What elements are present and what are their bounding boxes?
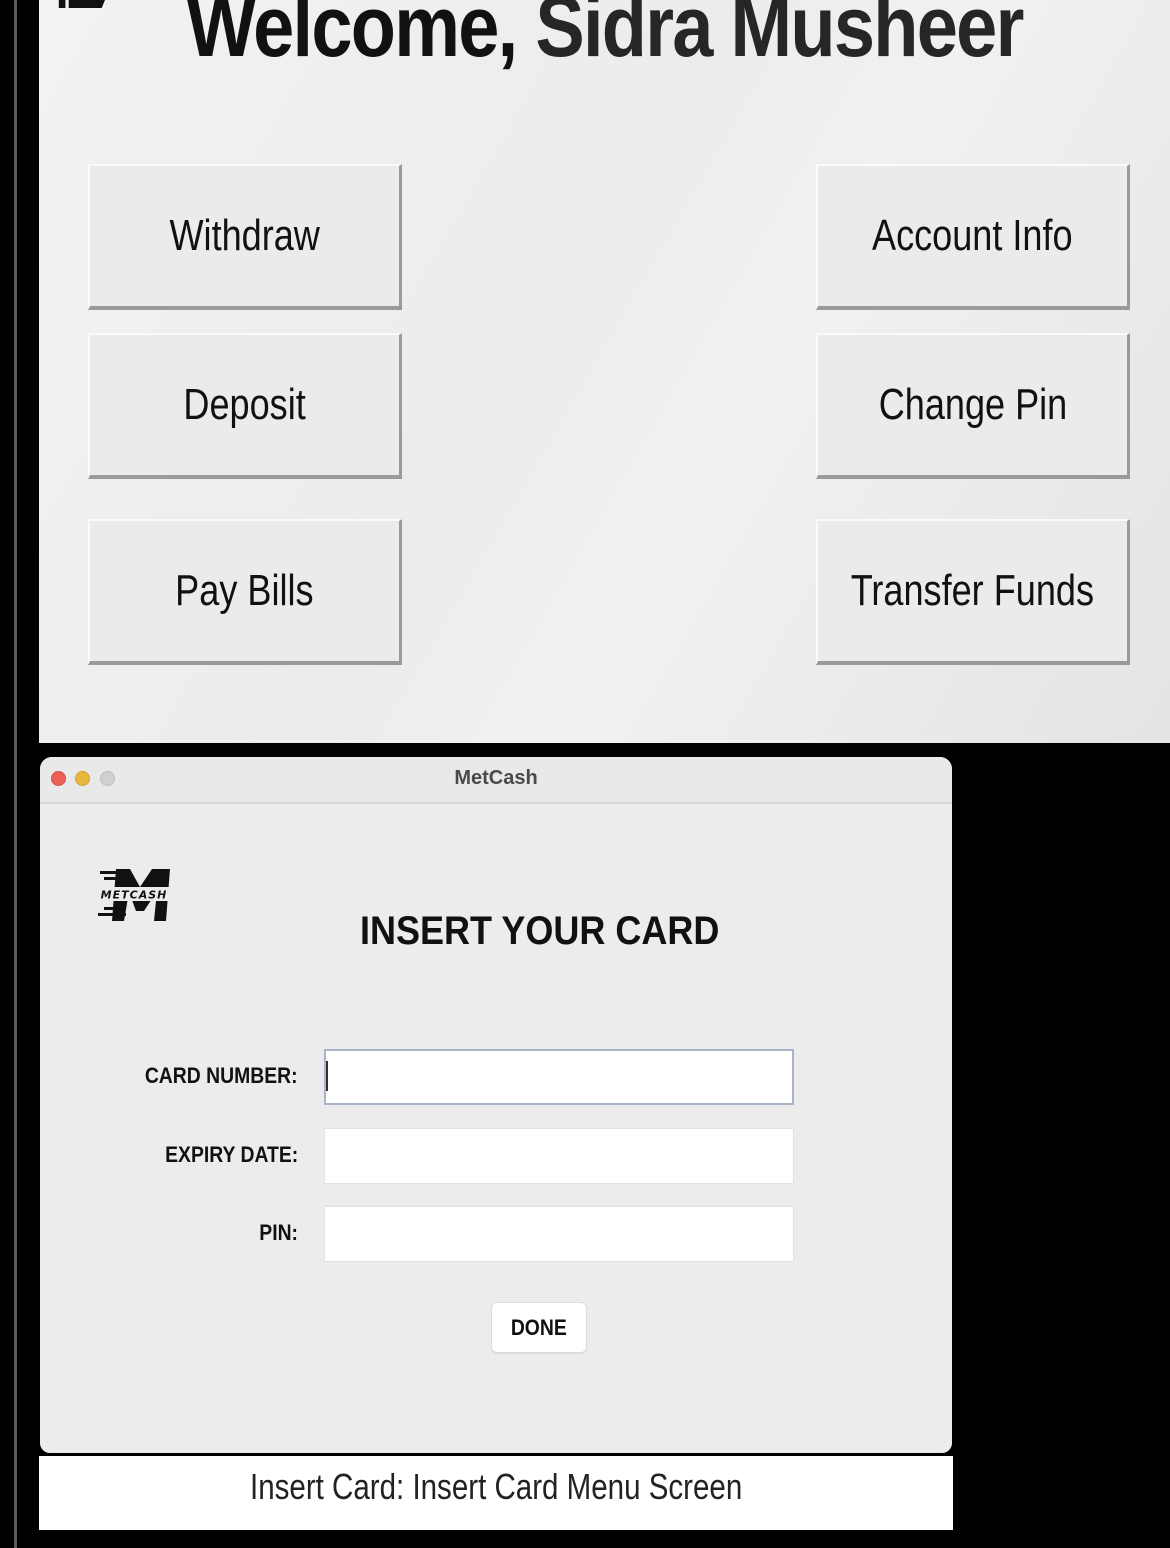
metcash-logo-icon: METCASH [96, 869, 172, 921]
card-number-label-text: CARD NUMBER: [145, 1063, 298, 1088]
change-pin-button[interactable]: Change Pin [816, 333, 1130, 479]
text-caret [326, 1061, 328, 1091]
window-titlebar[interactable]: MetCash [40, 757, 952, 804]
deposit-button[interactable]: Deposit [88, 333, 402, 479]
deposit-button-label: Deposit [183, 380, 306, 429]
screen-caption: Insert Card: Insert Card Menu Screen [39, 1456, 953, 1530]
withdraw-button[interactable]: Withdraw [88, 164, 402, 310]
transfer-funds-button[interactable]: Transfer Funds [816, 519, 1130, 665]
metcash-logo-text: METCASH [101, 889, 168, 902]
card-number-label: CARD NUMBER: [58, 1063, 298, 1089]
welcome-user-name: Sidra Musheer [535, 0, 1024, 75]
account-info-button-label: Account Info [872, 211, 1073, 260]
left-border [0, 0, 14, 1548]
metcash-window: MetCash METCASH INSERT YOUR CARD CARD NU… [40, 757, 952, 1453]
account-info-button[interactable]: Account Info [816, 164, 1130, 310]
welcome-greeting: Welcome, [186, 0, 536, 75]
insert-card-heading-text: INSERT YOUR CARD [360, 909, 720, 953]
pin-label-text: PIN: [259, 1220, 298, 1245]
withdraw-button-label: Withdraw [169, 211, 320, 260]
left-divider-line [14, 0, 17, 1548]
transfer-funds-button-label: Transfer Funds [850, 566, 1095, 615]
screen-caption-text: Insert Card: Insert Card Menu Screen [249, 1466, 743, 1507]
pay-bills-button-label: Pay Bills [175, 566, 314, 615]
done-button[interactable]: DONE [491, 1302, 587, 1353]
expiry-date-label: EXPIRY DATE: [58, 1142, 298, 1168]
main-menu-screen: Welcome, Sidra Musheer Withdraw Deposit … [39, 0, 1170, 743]
expiry-date-input[interactable] [324, 1128, 794, 1184]
card-number-input[interactable] [324, 1049, 794, 1105]
done-button-label: DONE [511, 1314, 567, 1340]
welcome-heading: Welcome, Sidra Musheer [118, 0, 1091, 77]
window-title: MetCash [454, 767, 538, 789]
pin-label: PIN: [58, 1220, 298, 1246]
expiry-date-label-text: EXPIRY DATE: [164, 1142, 298, 1167]
insert-card-heading: INSERT YOUR CARD [340, 909, 740, 954]
pay-bills-button[interactable]: Pay Bills [88, 519, 402, 665]
change-pin-button-label: Change Pin [878, 380, 1067, 429]
pin-input[interactable] [324, 1206, 794, 1262]
